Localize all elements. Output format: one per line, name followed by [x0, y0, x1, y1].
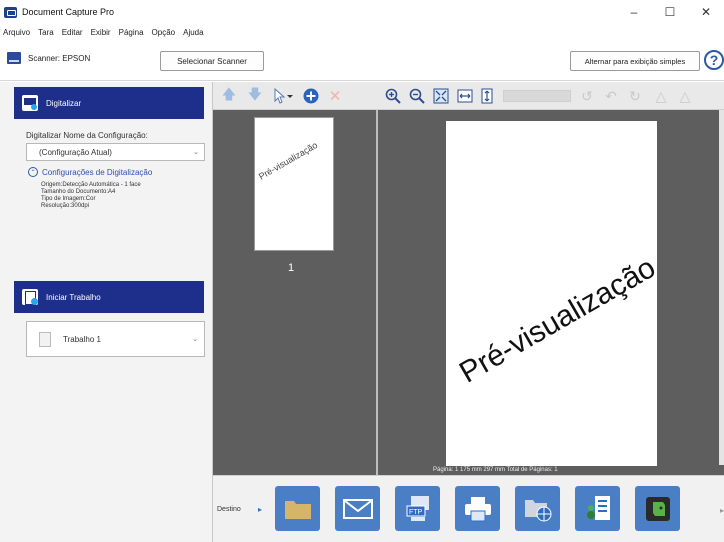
scan-settings-link[interactable]: ⌃ Configurações de Digitalização: [28, 167, 152, 177]
window-title: Document Capture Pro: [22, 7, 115, 17]
add-page-icon[interactable]: [303, 88, 319, 104]
evernote-destination-button[interactable]: [635, 486, 680, 531]
window-controls: – ☐ ✕: [616, 0, 724, 24]
scan-icon: [22, 95, 38, 111]
minimize-button[interactable]: –: [616, 0, 652, 24]
web-folder-icon: [524, 499, 551, 521]
document-icon: [39, 332, 51, 347]
page-toolbar: 🡅 🡇 ✕ ↺ ↶ ↻ △ △: [213, 82, 724, 110]
folder-icon: [284, 500, 311, 519]
title-bar: Document Capture Pro – ☐ ✕: [0, 0, 724, 24]
scanner-toolbar: Scanner: EPSON Selecionar Scanner Altern…: [0, 43, 724, 81]
text-orientation-icon[interactable]: △: [677, 88, 693, 104]
print-destination-button[interactable]: [455, 486, 500, 531]
more-icon[interactable]: ▸: [720, 506, 724, 515]
menu-tara[interactable]: Tara: [38, 28, 54, 37]
collapse-icon[interactable]: ⌃: [28, 167, 38, 177]
evernote-icon: [645, 496, 670, 521]
thumbnail-number: 1: [288, 262, 295, 274]
zoom-out-icon[interactable]: [409, 88, 425, 104]
select-pointer-icon[interactable]: [271, 88, 295, 104]
destination-label: Destino: [217, 506, 241, 513]
ftp-icon: FTP: [406, 495, 429, 521]
scan-section-header[interactable]: Digitalizar: [14, 87, 204, 119]
detail-resolution: Resolução:300dpi: [41, 203, 90, 209]
detail-image-type: Tipo de Imagem:Cor: [41, 196, 96, 202]
printer-icon: [464, 496, 491, 521]
scan-settings-label: Configurações de Digitalização: [42, 167, 153, 177]
maximize-button[interactable]: ☐: [652, 0, 688, 24]
folder-destination-button[interactable]: [275, 486, 320, 531]
menu-pagina[interactable]: Página: [119, 28, 144, 37]
page-info: Página: 1 175 mm 297 mm Total de Páginas…: [433, 467, 558, 473]
scanner-label: Scanner: EPSON: [28, 54, 91, 63]
menu-bar: Arquivo Tara Editar Exibir Página Opção …: [0, 25, 212, 39]
chevron-right-icon[interactable]: ▸: [258, 505, 262, 514]
skew-icon[interactable]: △: [653, 88, 669, 104]
chevron-down-icon: ⌄: [193, 149, 199, 156]
job-select-value: Trabalho 1: [63, 335, 101, 344]
detail-doc-size: Tamanho do Documento:A4: [41, 189, 116, 195]
chevron-down-icon: ⌄: [192, 336, 198, 343]
close-button[interactable]: ✕: [688, 0, 724, 24]
preview-watermark: Pré-visualização: [454, 250, 657, 390]
ftp-destination-button[interactable]: FTP: [395, 486, 440, 531]
menu-arquivo[interactable]: Arquivo: [3, 28, 30, 37]
zoom-slider[interactable]: [503, 90, 571, 102]
config-select-value: (Configuração Atual): [39, 147, 112, 157]
rotate-right-icon[interactable]: ↻: [627, 88, 643, 104]
thumbnail-page[interactable]: Pré-visualização: [254, 117, 334, 251]
app-icon: [4, 6, 17, 18]
simple-view-button[interactable]: Alternar para exibição simples: [570, 51, 700, 71]
menu-editar[interactable]: Editar: [62, 28, 83, 37]
move-down-icon[interactable]: 🡇: [247, 86, 263, 104]
thumbnail-watermark: Pré-visualização: [257, 139, 320, 182]
job-icon: [22, 289, 38, 305]
rotate-left-icon[interactable]: ↺: [579, 88, 595, 104]
sharepoint-destination-button[interactable]: [575, 486, 620, 531]
detail-source: Origem:Detecção Automática - 1 face: [41, 182, 141, 188]
job-select[interactable]: Trabalho 1 ⌄: [26, 321, 205, 357]
menu-exibir[interactable]: Exibir: [91, 28, 111, 37]
svg-text:FTP: FTP: [409, 509, 423, 516]
web-folder-destination-button[interactable]: [515, 486, 560, 531]
email-destination-button[interactable]: [335, 486, 380, 531]
rotate-left-90-icon[interactable]: ↶: [603, 88, 619, 104]
delete-page-icon[interactable]: ✕: [327, 88, 343, 105]
config-name-label: Digitalizar Nome da Configuração:: [26, 131, 148, 140]
menu-opcao[interactable]: Opção: [152, 28, 176, 37]
vertical-scrollbar[interactable]: [719, 110, 724, 465]
preview-page: Pré-visualização: [446, 121, 657, 466]
destination-bar: Destino ▸ FTP ▸: [213, 475, 724, 542]
fit-width-icon[interactable]: [457, 88, 473, 104]
menu-ajuda[interactable]: Ajuda: [183, 28, 203, 37]
zoom-in-icon[interactable]: [385, 88, 401, 104]
move-up-icon[interactable]: 🡅: [221, 86, 237, 104]
config-select[interactable]: (Configuração Atual) ⌄: [26, 143, 205, 161]
preview-panel: Pré-visualização Página: 1 175 mm 297 mm…: [378, 110, 724, 475]
fit-height-icon[interactable]: [479, 88, 495, 104]
scanner-icon: [7, 52, 21, 64]
fit-page-icon[interactable]: [433, 88, 449, 104]
sharepoint-icon: [586, 495, 610, 520]
help-button[interactable]: ?: [704, 50, 724, 70]
job-section-title: Iniciar Trabalho: [46, 292, 101, 302]
job-section-header[interactable]: Iniciar Trabalho: [14, 281, 204, 313]
mail-icon: [342, 498, 373, 519]
select-scanner-button[interactable]: Selecionar Scanner: [160, 51, 264, 71]
scan-section-title: Digitalizar: [46, 98, 82, 108]
thumbnail-panel: Pré-visualização 1: [213, 110, 376, 475]
